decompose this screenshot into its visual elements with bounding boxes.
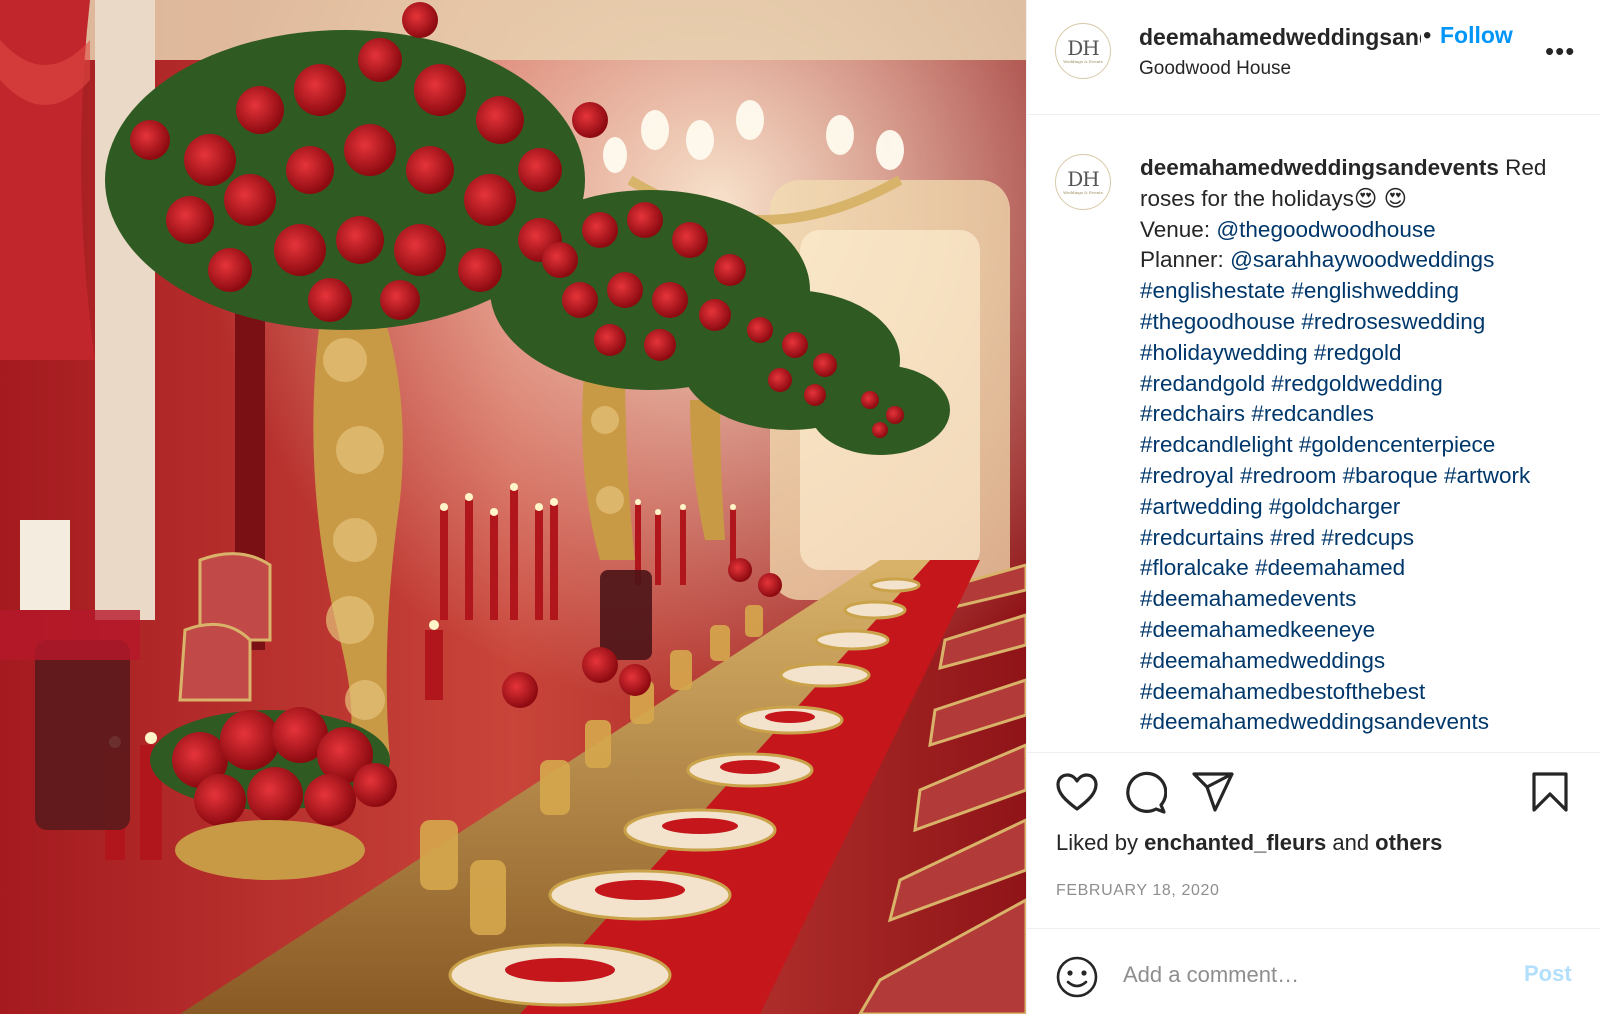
hashtag-link[interactable]: #englishwedding — [1291, 278, 1459, 303]
planner-mention-link[interactable]: @sarahhaywoodweddings — [1230, 247, 1494, 272]
hashtag-line: #artwedding #goldcharger — [1140, 492, 1580, 523]
smile-icon[interactable] — [1055, 955, 1099, 999]
divider — [1027, 928, 1600, 929]
hashtag-link[interactable]: #redcurtains — [1140, 525, 1264, 550]
divider — [1027, 752, 1600, 753]
hashtag-line: #redroyal #redroom #baroque #artwork — [1140, 461, 1580, 492]
caption-line: deemahamedweddingsandevents Red — [1140, 153, 1580, 184]
hashtag-link[interactable]: #red — [1270, 525, 1315, 550]
avatar[interactable]: DH Weddings & Events — [1055, 23, 1111, 79]
hashtag-link[interactable]: #goldcharger — [1269, 494, 1400, 519]
hashtag-link[interactable]: #thegoodhouse — [1140, 309, 1295, 334]
likes-middle: and — [1326, 830, 1376, 855]
hashtag-link[interactable]: #englishestate — [1140, 278, 1285, 303]
hashtag-link[interactable]: #deemahamedweddingsandevents — [1140, 709, 1489, 734]
hashtag-link[interactable]: #redcandles — [1251, 401, 1374, 426]
hashtag-link[interactable]: #redcandlelight — [1140, 432, 1293, 457]
hashtag-link[interactable]: #goldencenterpiece — [1299, 432, 1495, 457]
hashtag-link[interactable]: #redgoldwedding — [1271, 371, 1442, 396]
planner-label: Planner: — [1140, 247, 1231, 273]
location-link[interactable]: Goodwood House — [1139, 58, 1291, 80]
avatar-monogram: DH — [1067, 36, 1100, 60]
post-photo[interactable] — [0, 0, 1026, 1014]
heart-icon[interactable] — [1055, 772, 1099, 812]
hashtag-link[interactable]: #redroyal — [1140, 463, 1234, 488]
hashtag-link[interactable]: #redchairs — [1140, 401, 1245, 426]
hashtag-link[interactable]: #artwedding — [1140, 494, 1263, 519]
avatar-subtitle: Weddings & Events — [1063, 59, 1103, 64]
caption-line: Venue: @thegoodwoodhouse — [1140, 215, 1580, 246]
post-details-panel: DH Weddings & Events deemahamedweddingsa… — [1026, 0, 1600, 1014]
hashtag-line: #floralcake #deemahamed — [1140, 553, 1580, 584]
hashtag-link[interactable]: #redroom — [1240, 463, 1336, 488]
hashtag-line: #deemahamedkeeneye — [1140, 615, 1580, 646]
avatar-monogram: DH — [1067, 167, 1100, 191]
likes-prefix: Liked by — [1056, 830, 1145, 855]
hashtag-link[interactable]: #deemahamedbestofthebest — [1140, 679, 1425, 704]
caption-username[interactable]: deemahamedweddingsandevents — [1140, 155, 1499, 180]
hashtag-link[interactable]: #artwork — [1444, 463, 1530, 488]
hashtag-line: #deemahamedweddings — [1140, 646, 1580, 677]
hashtag-line: #thegoodhouse #redroseswedding — [1140, 307, 1580, 338]
post-comment-button[interactable]: Post — [1524, 961, 1572, 987]
follow-button[interactable]: Follow — [1440, 22, 1513, 49]
more-options-icon[interactable]: ••• — [1545, 36, 1575, 67]
hashtag-link[interactable]: #redcups — [1321, 525, 1414, 550]
hashtag-link[interactable]: #redandgold — [1140, 371, 1265, 396]
caption-text: Red — [1498, 155, 1547, 180]
hashtag-link[interactable]: #holidaywedding — [1140, 340, 1308, 365]
hashtag-link[interactable]: #deemahamedevents — [1140, 586, 1356, 611]
hashtag-line: #deemahamedweddingsandevents — [1140, 707, 1580, 738]
hashtag-line: #redandgold #redgoldwedding — [1140, 369, 1580, 400]
hashtag-line: #redcurtains #red #redcups — [1140, 523, 1580, 554]
comment-icon[interactable] — [1123, 771, 1167, 815]
caption-text: roses for the holidays😍 😍 — [1140, 185, 1408, 211]
hashtag-link[interactable]: #deemahamedkeeneye — [1140, 617, 1375, 642]
likes-summary: Liked by enchanted_fleurs and others — [1056, 830, 1442, 856]
venue-mention-link[interactable]: @thegoodwoodhouse — [1216, 217, 1435, 242]
wedding-table-photo — [0, 0, 1026, 1014]
hashtag-line: #redcandlelight #goldencenterpiece — [1140, 430, 1580, 461]
liked-by-user-link[interactable]: enchanted_fleurs — [1144, 830, 1326, 855]
bookmark-icon[interactable] — [1531, 771, 1569, 813]
post-caption: deemahamedweddingsandevents Red roses fo… — [1140, 153, 1580, 738]
likes-others-link[interactable]: others — [1375, 830, 1442, 855]
hashtag-link[interactable]: #redgold — [1314, 340, 1402, 365]
hashtag-list: #englishestate #englishwedding #thegoodho… — [1140, 276, 1580, 738]
hashtag-link[interactable]: #baroque — [1343, 463, 1438, 488]
share-icon[interactable] — [1191, 771, 1235, 813]
post-header: DH Weddings & Events deemahamedweddingsa… — [1027, 0, 1600, 115]
avatar-subtitle: Weddings & Events — [1063, 190, 1103, 195]
header-separator: • — [1423, 22, 1432, 49]
header-username[interactable]: deemahamedweddingsandevents — [1139, 24, 1421, 51]
venue-label: Venue: — [1140, 216, 1217, 242]
comment-input[interactable] — [1123, 958, 1493, 992]
caption-line: Planner: @sarahhaywoodweddings — [1140, 245, 1580, 276]
hashtag-line: #deemahamedevents — [1140, 584, 1580, 615]
hashtag-link[interactable]: #floralcake — [1140, 555, 1249, 580]
hashtag-link[interactable]: #deemahamedweddings — [1140, 648, 1385, 673]
hashtag-line: #englishestate #englishwedding — [1140, 276, 1580, 307]
hashtag-line: #deemahamedbestofthebest — [1140, 677, 1580, 708]
caption-avatar[interactable]: DH Weddings & Events — [1055, 154, 1111, 210]
post-date[interactable]: FEBRUARY 18, 2020 — [1056, 882, 1219, 900]
hashtag-line: #holidaywedding #redgold — [1140, 338, 1580, 369]
hashtag-line: #redchairs #redcandles — [1140, 399, 1580, 430]
hashtag-link[interactable]: #redroseswedding — [1301, 309, 1485, 334]
hashtag-link[interactable]: #deemahamed — [1255, 555, 1405, 580]
